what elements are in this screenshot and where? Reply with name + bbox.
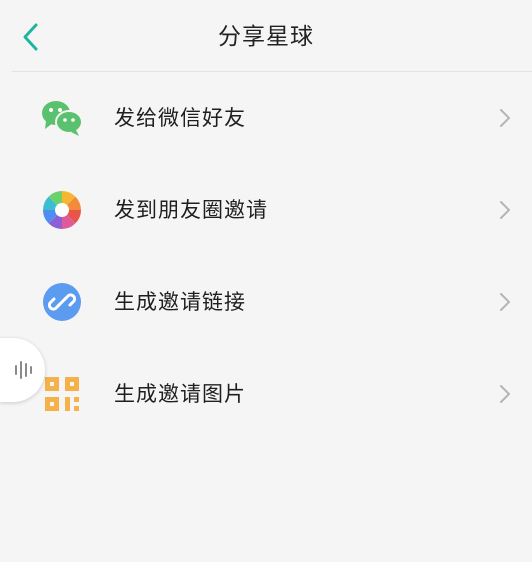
link-icon [40,280,84,324]
page-title: 分享星球 [218,24,314,50]
menu-item-wechat-friend[interactable]: 发给微信好友 [0,72,532,164]
menu-item-invite-image[interactable]: 生成邀请图片 [0,348,532,440]
chevron-right-icon [494,382,516,406]
menu-item-label: 发到朋友圈邀请 [114,198,268,222]
audio-bars-icon [14,361,32,379]
header: 分享星球 [0,0,532,72]
moments-icon [40,188,84,232]
chevron-right-icon [494,106,516,130]
menu-item-label: 发给微信好友 [114,106,246,130]
chevron-right-icon [494,198,516,222]
qrcode-icon [40,372,84,416]
menu-item-invite-link[interactable]: 生成邀请链接 [0,256,532,348]
menu-item-label: 生成邀请链接 [114,290,246,314]
menu-item-moments[interactable]: 发到朋友圈邀请 [0,164,532,256]
chevron-right-icon [494,290,516,314]
wechat-icon [40,96,84,140]
menu-item-label: 生成邀请图片 [114,382,246,406]
